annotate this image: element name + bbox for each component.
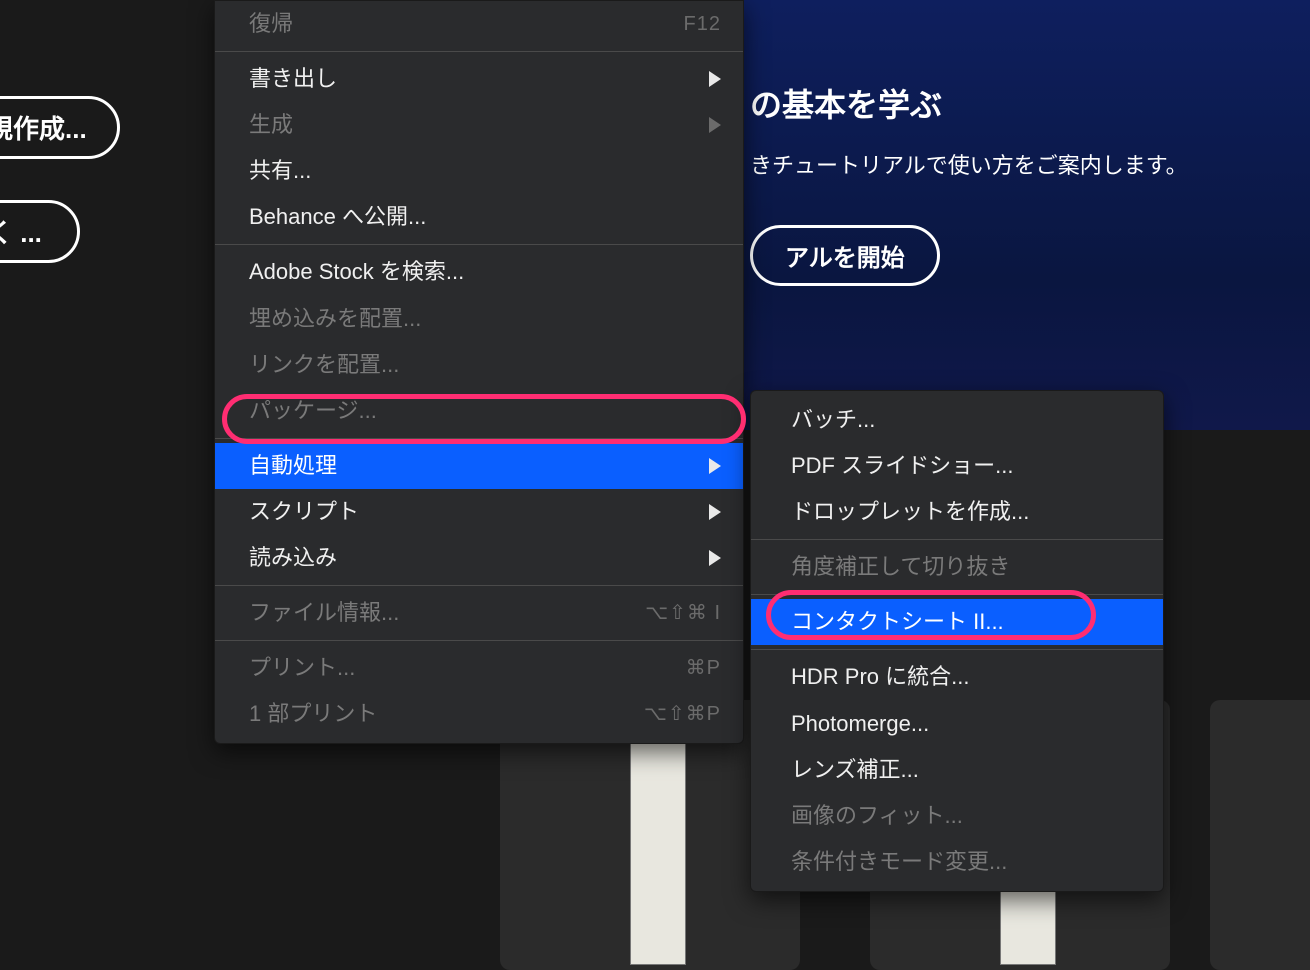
submenu-arrow-icon bbox=[709, 117, 721, 133]
submenu-item-fit-image: 画像のフィット... bbox=[751, 793, 1163, 839]
submenu-arrow-icon bbox=[709, 504, 721, 520]
menu-label: スクリプト bbox=[249, 495, 359, 529]
submenu-item-conditional-mode: 条件付きモード変更... bbox=[751, 839, 1163, 885]
menu-item-share[interactable]: 共有... bbox=[215, 148, 743, 194]
menu-separator bbox=[215, 640, 743, 641]
automate-submenu: バッチ... PDF スライドショー... ドロップレットを作成... 角度補正… bbox=[750, 390, 1164, 892]
menu-separator bbox=[751, 649, 1163, 650]
menu-shortcut: ⌘P bbox=[686, 653, 721, 684]
menu-item-export[interactable]: 書き出し bbox=[215, 56, 743, 102]
menu-item-scripts[interactable]: スクリプト bbox=[215, 489, 743, 535]
hero-subtitle: きチュートリアルで使い方をご案内します。 bbox=[750, 148, 1188, 180]
menu-label: 復帰 bbox=[249, 7, 293, 41]
hero-title: の基本を学ぶ bbox=[750, 80, 1188, 126]
menu-label: 共有... bbox=[249, 154, 311, 188]
menu-item-print: プリント... ⌘P bbox=[215, 645, 743, 691]
menu-label: リンクを配置... bbox=[249, 348, 399, 382]
menu-item-generate: 生成 bbox=[215, 102, 743, 148]
open-file-button[interactable]: く ... bbox=[0, 200, 80, 263]
submenu-item-pdf-slideshow[interactable]: PDF スライドショー... bbox=[751, 443, 1163, 489]
submenu-item-contact-sheet[interactable]: コンタクトシート II... bbox=[751, 599, 1163, 645]
menu-separator bbox=[215, 51, 743, 52]
menu-item-place-linked: リンクを配置... bbox=[215, 342, 743, 388]
menu-item-automate[interactable]: 自動処理 bbox=[215, 443, 743, 489]
menu-shortcut: ⌥⇧⌘ I bbox=[645, 598, 721, 629]
menu-label: 埋め込みを配置... bbox=[249, 302, 421, 336]
submenu-item-create-droplet[interactable]: ドロップレットを作成... bbox=[751, 489, 1163, 535]
menu-item-import[interactable]: 読み込み bbox=[215, 535, 743, 581]
menu-label: Adobe Stock を検索... bbox=[249, 255, 464, 289]
menu-item-behance[interactable]: Behance へ公開... bbox=[215, 194, 743, 240]
menu-item-file-info: ファイル情報... ⌥⇧⌘ I bbox=[215, 590, 743, 636]
menu-shortcut: F12 bbox=[684, 9, 721, 40]
submenu-item-hdr-pro[interactable]: HDR Pro に統合... bbox=[751, 654, 1163, 700]
menu-label: 書き出し bbox=[249, 62, 337, 96]
submenu-item-lens-correction[interactable]: レンズ補正... bbox=[751, 747, 1163, 793]
menu-separator bbox=[215, 244, 743, 245]
submenu-item-crop-straighten: 角度補正して切り抜き bbox=[751, 544, 1163, 590]
menu-separator bbox=[751, 539, 1163, 540]
submenu-arrow-icon bbox=[709, 550, 721, 566]
menu-label: 生成 bbox=[249, 108, 293, 142]
menu-separator bbox=[215, 438, 743, 439]
recent-file-card[interactable] bbox=[1210, 700, 1310, 970]
menu-label: プリント... bbox=[249, 651, 355, 685]
menu-label: ファイル情報... bbox=[249, 596, 399, 630]
menu-item-revert: 復帰 F12 bbox=[215, 1, 743, 47]
menu-separator bbox=[215, 585, 743, 586]
menu-item-package: パッケージ... bbox=[215, 388, 743, 434]
menu-label: 自動処理 bbox=[249, 449, 337, 483]
menu-label: 読み込み bbox=[249, 541, 337, 575]
submenu-item-photomerge[interactable]: Photomerge... bbox=[751, 701, 1163, 747]
submenu-item-batch[interactable]: バッチ... bbox=[751, 397, 1163, 443]
start-tutorial-button[interactable]: アルを開始 bbox=[750, 225, 940, 286]
menu-label: 1 部プリント bbox=[249, 697, 377, 731]
menu-item-print-one: 1 部プリント ⌥⇧⌘P bbox=[215, 691, 743, 737]
submenu-arrow-icon bbox=[709, 71, 721, 87]
menu-label: パッケージ... bbox=[249, 394, 377, 428]
menu-shortcut: ⌥⇧⌘P bbox=[644, 699, 721, 730]
menu-item-adobe-stock[interactable]: Adobe Stock を検索... bbox=[215, 249, 743, 295]
menu-item-place-embedded: 埋め込みを配置... bbox=[215, 296, 743, 342]
file-menu-dropdown: 復帰 F12 書き出し 生成 共有... Behance へ公開... Adob… bbox=[214, 0, 744, 744]
submenu-arrow-icon bbox=[709, 458, 721, 474]
new-file-button[interactable]: 規作成... bbox=[0, 96, 120, 159]
menu-label: Behance へ公開... bbox=[249, 200, 426, 234]
menu-separator bbox=[751, 594, 1163, 595]
